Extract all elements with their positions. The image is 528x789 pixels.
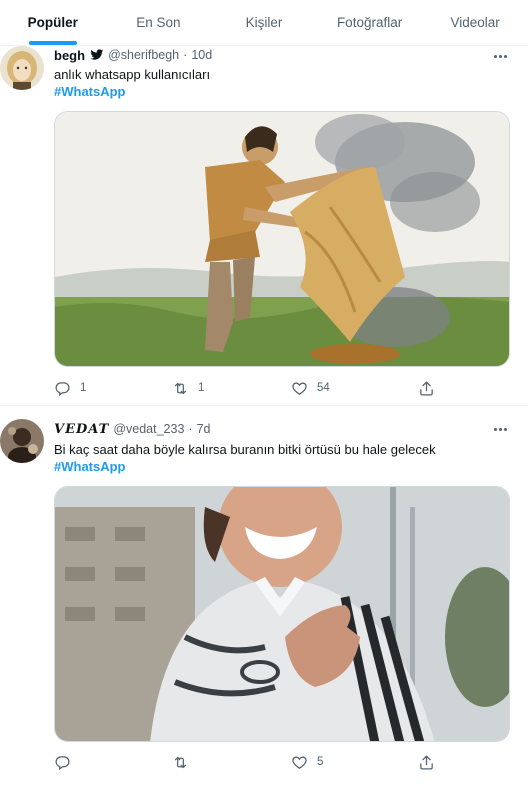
- reply-icon: [55, 381, 70, 396]
- heart-icon: [292, 382, 307, 395]
- author-name[interactable]: VEDAT: [54, 422, 109, 437]
- reply-button[interactable]: 1: [54, 378, 86, 398]
- avatar[interactable]: [0, 46, 44, 90]
- like-count: 5: [317, 756, 324, 768]
- retweet-icon: [174, 382, 187, 394]
- like-count: 54: [317, 382, 330, 394]
- author-handle[interactable]: @sherifbegh: [108, 48, 179, 62]
- tweet-text: Bi kaç saat daha böyle kalırsa buranın b…: [54, 442, 436, 457]
- like-button[interactable]: 5: [291, 752, 323, 772]
- retweet-button[interactable]: [172, 752, 198, 772]
- author-name[interactable]: begh: [54, 48, 85, 63]
- tab-people[interactable]: Kişiler: [211, 0, 317, 45]
- share-icon: [420, 380, 433, 396]
- reply-button[interactable]: [54, 752, 80, 772]
- tab-popular[interactable]: Popüler: [0, 0, 106, 45]
- tweet-text: anlık whatsapp kullanıcıları: [54, 67, 211, 82]
- tweet-timestamp[interactable]: 10d: [191, 48, 212, 62]
- like-button[interactable]: 54: [291, 378, 330, 398]
- tweet-header: VEDAT @vedat_233 · 7d: [54, 420, 210, 438]
- hashtag-link[interactable]: #WhatsApp: [54, 458, 126, 476]
- tweet-header: begh @sherifbegh · 10d: [54, 46, 212, 64]
- tweet-image[interactable]: [54, 486, 510, 742]
- tab-videos[interactable]: Videolar: [422, 0, 528, 45]
- reply-count: 1: [80, 382, 87, 394]
- separator-dot: ·: [188, 422, 193, 436]
- separator-dot: ·: [183, 48, 188, 62]
- tweet-image[interactable]: [54, 111, 510, 367]
- more-options-icon[interactable]: [490, 421, 510, 437]
- retweet-count: 1: [198, 382, 205, 394]
- tweet-actions: 5: [54, 752, 454, 772]
- tweet-actions: 1 1 54: [54, 378, 454, 398]
- tweet[interactable]: begh @sherifbegh · 10d anlık whatsapp ku…: [0, 46, 528, 406]
- tweet[interactable]: VEDAT @vedat_233 · 7d Bi kaç saat daha b…: [0, 407, 528, 789]
- author-handle[interactable]: @vedat_233: [113, 422, 184, 436]
- retweet-button[interactable]: 1: [172, 378, 204, 398]
- twitter-bird-icon: [90, 48, 104, 62]
- share-button[interactable]: [418, 378, 435, 398]
- search-tabs: Popüler En Son Kişiler Fotoğraflar Video…: [0, 0, 528, 46]
- share-icon: [420, 754, 433, 770]
- more-options-icon[interactable]: [490, 48, 510, 64]
- avatar[interactable]: [0, 419, 44, 463]
- heart-icon: [292, 756, 307, 769]
- tab-photos[interactable]: Fotoğraflar: [317, 0, 423, 45]
- retweet-icon: [174, 756, 187, 768]
- hashtag-link[interactable]: #WhatsApp: [54, 83, 126, 101]
- share-button[interactable]: [418, 752, 435, 772]
- tab-latest[interactable]: En Son: [106, 0, 212, 45]
- reply-icon: [55, 755, 70, 770]
- tweet-timestamp[interactable]: 7d: [197, 422, 211, 436]
